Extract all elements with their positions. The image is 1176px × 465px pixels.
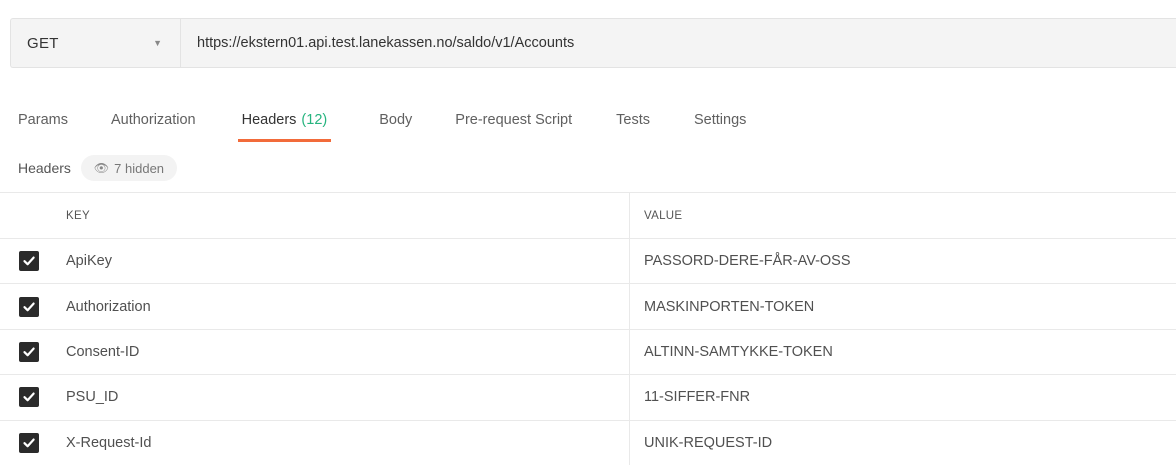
table-row: Authorization MASKINPORTEN-TOKEN bbox=[0, 283, 1176, 329]
tab-body[interactable]: Body bbox=[379, 96, 412, 144]
check-cell bbox=[0, 239, 56, 283]
checkmark-icon bbox=[23, 302, 35, 311]
tab-tests[interactable]: Tests bbox=[616, 96, 650, 144]
tab-authorization[interactable]: Authorization bbox=[111, 96, 196, 144]
method-label: GET bbox=[27, 34, 59, 52]
headers-subbar: Headers 👁︎ 7 hidden bbox=[18, 154, 178, 182]
tab-label: Body bbox=[379, 112, 413, 128]
header-check-cell bbox=[0, 193, 56, 238]
header-key[interactable]: ApiKey bbox=[56, 239, 630, 284]
table-row: ApiKey PASSORD-DERE-FÅR-AV-OSS bbox=[0, 238, 1176, 284]
header-value[interactable]: ALTINN-SAMTYKKE-TOKEN bbox=[630, 330, 1176, 374]
check-cell bbox=[0, 375, 56, 419]
column-header-key: KEY bbox=[56, 193, 630, 238]
row-checkbox[interactable] bbox=[19, 251, 39, 272]
hidden-headers-toggle[interactable]: 👁︎ 7 hidden bbox=[80, 155, 178, 181]
request-tabs: Params Authorization Headers (12) Body P… bbox=[0, 96, 1176, 144]
column-header-value: VALUE bbox=[644, 209, 683, 222]
tab-label: Tests bbox=[616, 112, 650, 128]
hidden-count-label: 7 hidden bbox=[114, 160, 165, 176]
check-cell bbox=[0, 330, 56, 374]
headers-section-label: Headers bbox=[18, 160, 71, 176]
row-checkbox[interactable] bbox=[19, 387, 39, 408]
header-key[interactable]: PSU_ID bbox=[56, 375, 630, 420]
tab-settings[interactable]: Settings bbox=[694, 96, 746, 144]
header-value[interactable]: MASKINPORTEN-TOKEN bbox=[630, 284, 1176, 328]
table-header-row: KEY VALUE bbox=[0, 192, 1176, 238]
tab-pre-request-script[interactable]: Pre-request Script bbox=[455, 96, 572, 144]
header-key[interactable]: X-Request-Id bbox=[56, 420, 630, 465]
request-bar: GET ▼ https://ekstern01.api.test.lanekas… bbox=[10, 18, 1176, 68]
method-select[interactable]: GET ▼ bbox=[11, 19, 181, 67]
tab-headers[interactable]: Headers (12) bbox=[237, 96, 331, 144]
checkmark-icon bbox=[23, 256, 35, 266]
table-row: Consent-ID ALTINN-SAMTYKKE-TOKEN bbox=[0, 328, 1176, 375]
check-cell bbox=[0, 421, 56, 465]
header-key[interactable]: Authorization bbox=[56, 284, 630, 329]
check-cell bbox=[0, 284, 56, 328]
headers-table: KEY VALUE ApiKey PASSORD-DERE-FÅR-AV-OSS… bbox=[0, 192, 1176, 465]
checkmark-icon bbox=[23, 392, 35, 402]
url-input[interactable]: https://ekstern01.api.test.lanekassen.no… bbox=[181, 19, 1176, 67]
tab-label: Authorization bbox=[110, 112, 196, 128]
header-value[interactable]: 11-SIFFER-FNR bbox=[630, 375, 1176, 419]
row-checkbox[interactable] bbox=[19, 341, 39, 362]
header-value[interactable]: PASSORD-DERE-FÅR-AV-OSS bbox=[630, 239, 1176, 283]
tab-label: Pre-request Script bbox=[455, 112, 573, 128]
tab-label: Headers bbox=[241, 112, 297, 128]
tab-count-badge: (12) bbox=[301, 112, 328, 128]
tab-label: Params bbox=[18, 112, 68, 128]
row-checkbox[interactable] bbox=[19, 432, 39, 453]
checkmark-icon bbox=[23, 347, 35, 357]
chevron-down-icon: ▼ bbox=[153, 38, 162, 48]
eye-icon: 👁︎ bbox=[93, 161, 110, 175]
tab-label: Settings bbox=[693, 112, 747, 128]
table-row: PSU_ID 11-SIFFER-FNR bbox=[0, 374, 1176, 420]
header-key[interactable]: Consent-ID bbox=[56, 329, 630, 375]
header-value[interactable]: UNIK-REQUEST-ID bbox=[630, 421, 1176, 465]
table-row: X-Request-Id UNIK-REQUEST-ID bbox=[0, 419, 1176, 465]
tab-params[interactable]: Params bbox=[18, 96, 68, 144]
row-checkbox[interactable] bbox=[19, 296, 39, 317]
checkmark-icon bbox=[23, 438, 35, 448]
